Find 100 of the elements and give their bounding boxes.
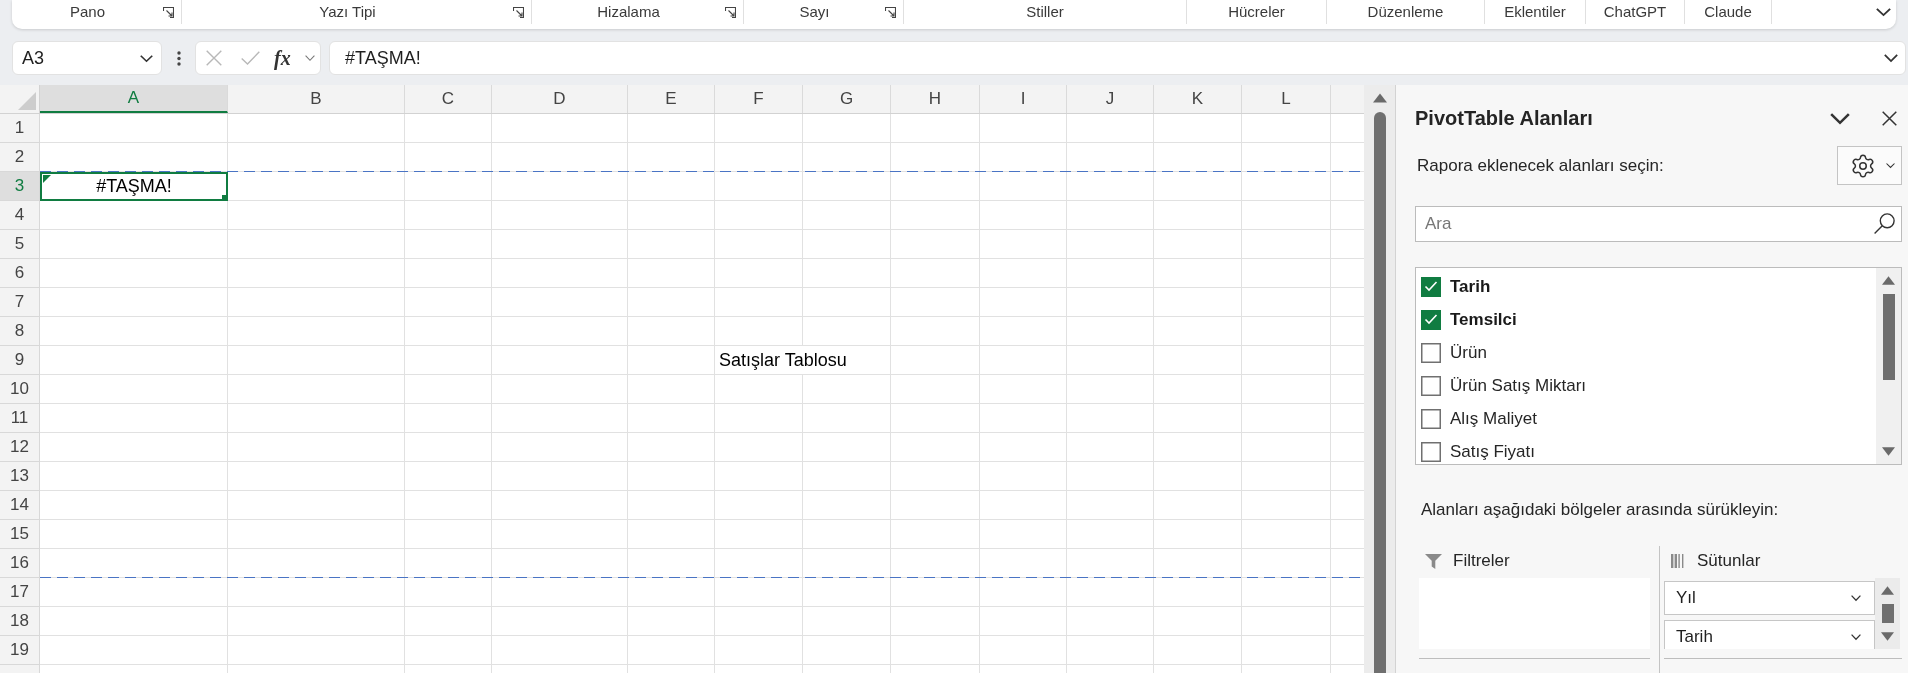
table-cell[interactable] <box>803 607 891 636</box>
area-scrollbar[interactable] <box>1875 578 1900 649</box>
table-cell[interactable] <box>628 172 715 201</box>
table-cell[interactable] <box>1242 201 1331 230</box>
table-cell[interactable] <box>1242 259 1331 288</box>
table-cell[interactable] <box>40 491 228 520</box>
column-header[interactable]: C <box>405 85 492 113</box>
table-cell[interactable] <box>1154 433 1242 462</box>
checkbox[interactable] <box>1421 375 1441 396</box>
row-header[interactable]: 1 <box>0 114 40 143</box>
row-header[interactable]: 3 <box>0 172 40 201</box>
table-cell[interactable] <box>803 259 891 288</box>
table-cell[interactable] <box>1067 433 1154 462</box>
scrollbar-thumb[interactable] <box>1882 294 1895 380</box>
table-cell[interactable] <box>40 607 228 636</box>
table-cell[interactable] <box>628 520 715 549</box>
scrollbar-thumb[interactable] <box>1881 604 1894 623</box>
table-cell[interactable] <box>891 230 980 259</box>
table-cell[interactable] <box>1242 462 1331 491</box>
row-header[interactable]: 12 <box>0 433 40 462</box>
table-cell[interactable] <box>628 346 715 375</box>
checkbox[interactable] <box>1421 441 1441 462</box>
chevron-down-icon[interactable] <box>1851 634 1861 640</box>
table-cell[interactable] <box>405 317 492 346</box>
table-cell[interactable] <box>803 143 891 172</box>
table-cell[interactable] <box>891 404 980 433</box>
table-cell[interactable] <box>715 114 803 143</box>
table-cell[interactable] <box>1154 607 1242 636</box>
table-cell[interactable] <box>1154 114 1242 143</box>
table-cell[interactable] <box>1067 230 1154 259</box>
table-cell[interactable] <box>803 433 891 462</box>
table-cell[interactable] <box>228 201 405 230</box>
table-cell[interactable] <box>492 230 628 259</box>
table-cell[interactable] <box>1154 404 1242 433</box>
table-cell[interactable] <box>628 259 715 288</box>
name-box[interactable]: A3 <box>12 41 162 75</box>
corner-arrow-icon[interactable] <box>725 6 736 18</box>
table-cell[interactable] <box>40 520 228 549</box>
table-cell[interactable] <box>891 172 980 201</box>
table-cell[interactable] <box>405 433 492 462</box>
table-cell[interactable] <box>891 288 980 317</box>
table-cell[interactable] <box>715 317 803 346</box>
triangle-up-icon[interactable] <box>1882 276 1895 285</box>
table-cell[interactable] <box>405 462 492 491</box>
insert-function-button[interactable]: fx <box>274 48 291 68</box>
field-list-item[interactable]: Ürün <box>1421 336 1876 369</box>
table-cell[interactable] <box>1154 288 1242 317</box>
table-cell[interactable] <box>803 172 891 201</box>
table-cell[interactable] <box>1242 288 1331 317</box>
table-cell[interactable] <box>980 230 1067 259</box>
table-cell[interactable] <box>1067 404 1154 433</box>
table-cell[interactable] <box>228 375 405 404</box>
table-cell[interactable] <box>891 114 980 143</box>
table-cell[interactable] <box>803 549 891 578</box>
table-cell[interactable] <box>980 201 1067 230</box>
table-cell[interactable] <box>628 636 715 665</box>
table-cell[interactable] <box>715 549 803 578</box>
table-cell[interactable] <box>803 375 891 404</box>
table-cell[interactable] <box>1242 143 1331 172</box>
table-cell[interactable] <box>980 288 1067 317</box>
table-cell[interactable] <box>1154 230 1242 259</box>
table-cell[interactable] <box>980 636 1067 665</box>
table-cell[interactable] <box>40 462 228 491</box>
table-cell[interactable] <box>1067 259 1154 288</box>
table-cell[interactable] <box>980 462 1067 491</box>
table-cell[interactable]: Satışlar Tablosu <box>715 346 891 375</box>
table-cell[interactable] <box>492 346 628 375</box>
table-cell[interactable] <box>492 375 628 404</box>
row-header[interactable]: 19 <box>0 636 40 665</box>
table-cell[interactable] <box>1154 375 1242 404</box>
table-cell[interactable] <box>40 201 228 230</box>
vertical-scrollbar[interactable] <box>1364 85 1395 673</box>
table-cell[interactable] <box>228 288 405 317</box>
table-cell[interactable] <box>628 230 715 259</box>
row-header[interactable]: 15 <box>0 520 40 549</box>
table-cell[interactable] <box>715 288 803 317</box>
chevron-down-icon[interactable] <box>1851 595 1861 601</box>
table-cell[interactable] <box>628 375 715 404</box>
row-header[interactable]: 13 <box>0 462 40 491</box>
table-cell[interactable] <box>891 317 980 346</box>
table-cell[interactable] <box>228 578 405 607</box>
table-cell[interactable] <box>980 259 1067 288</box>
chevron-down-icon[interactable] <box>1830 112 1850 124</box>
check-icon[interactable] <box>241 51 260 65</box>
table-cell[interactable] <box>405 636 492 665</box>
table-cell[interactable] <box>715 636 803 665</box>
table-cell[interactable] <box>1242 114 1331 143</box>
row-header[interactable]: 18 <box>0 607 40 636</box>
column-header[interactable]: D <box>492 85 628 113</box>
table-cell[interactable] <box>980 404 1067 433</box>
table-cell[interactable] <box>492 549 628 578</box>
table-cell[interactable] <box>715 462 803 491</box>
triangle-up-icon[interactable] <box>1372 93 1387 103</box>
table-cell[interactable] <box>228 462 405 491</box>
table-cell[interactable] <box>228 230 405 259</box>
table-cell[interactable] <box>803 636 891 665</box>
table-cell[interactable] <box>228 404 405 433</box>
table-cell[interactable] <box>628 433 715 462</box>
table-cell[interactable] <box>891 520 980 549</box>
table-cell[interactable] <box>40 636 228 665</box>
